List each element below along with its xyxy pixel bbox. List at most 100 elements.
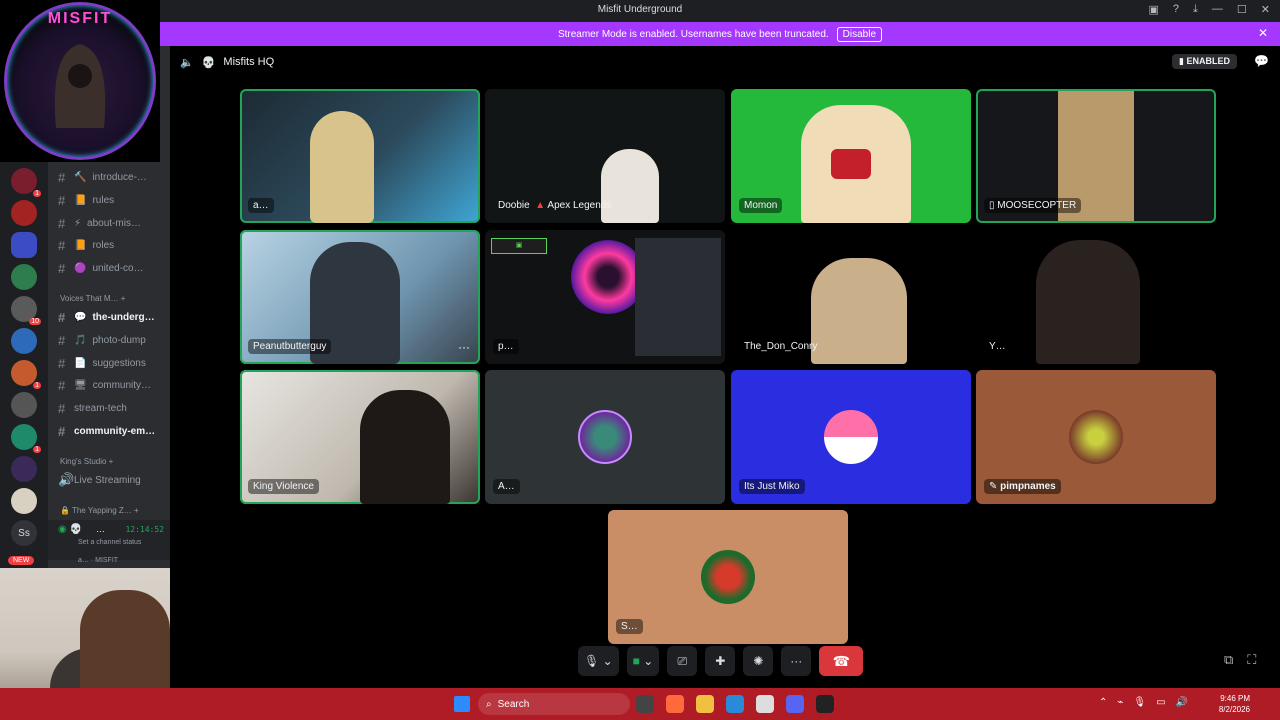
more-options-icon[interactable]: ···: [458, 340, 470, 354]
video-tile[interactable]: A…: [485, 370, 725, 504]
channel-item-active[interactable]: # 💬 the-underg…: [58, 307, 155, 327]
participant-name: The_Don_Conry: [744, 341, 818, 352]
chat-bubble-icon[interactable]: 💬: [1254, 54, 1269, 68]
server-icon[interactable]: 1: [11, 360, 41, 389]
task-view-icon[interactable]: [636, 695, 654, 713]
channel-item[interactable]: # 📙 roles: [58, 235, 114, 255]
participant-mask: [831, 149, 871, 179]
obs-icon[interactable]: [816, 695, 834, 713]
server-icon[interactable]: 10: [11, 296, 41, 325]
network-icon[interactable]: ⌁: [1117, 697, 1123, 708]
participant-name: p…: [493, 339, 519, 354]
enabled-badge[interactable]: ▮ ENABLED: [1172, 54, 1237, 69]
camera-button[interactable]: ■ ⌄: [626, 646, 660, 676]
server-icon[interactable]: 1: [11, 424, 41, 453]
channel-item[interactable]: # 🎵 photo-dump: [58, 330, 146, 350]
channel-item[interactable]: # 📙 rules: [58, 190, 114, 210]
video-tile[interactable]: Momon: [731, 89, 971, 223]
video-tile[interactable]: Its Just Miko: [731, 370, 971, 504]
user-panel[interactable]: ◉ 💀 … 12:14:52 Set a channel status: [48, 520, 170, 560]
server-initials[interactable]: Ss: [11, 520, 37, 546]
screen-share-button[interactable]: ⎚: [667, 646, 698, 676]
video-tile[interactable]: ▯ MOOSECOPTER: [976, 89, 1216, 223]
download-icon[interactable]: ⤓: [1193, 3, 1198, 16]
category-voices[interactable]: Voices That M… +: [60, 294, 125, 303]
wifi-icon[interactable]: ▭: [1156, 697, 1165, 708]
more-button[interactable]: ···: [781, 646, 812, 676]
chevron-down-icon: ⌄: [602, 654, 613, 668]
logo-text: MISFIT: [47, 10, 113, 27]
volume-icon[interactable]: 🔊: [1176, 697, 1188, 708]
disconnect-button[interactable]: ☎: [819, 646, 864, 676]
speaker-icon[interactable]: 🔈: [180, 56, 194, 69]
participant-name: Doobie ▲ Apex Legends: [498, 200, 612, 211]
channel-item[interactable]: # stream-tech: [58, 398, 127, 418]
video-tile[interactable]: a…: [240, 89, 480, 223]
help-icon[interactable]: ?: [1173, 3, 1179, 16]
new-badge: NEW: [8, 556, 35, 565]
server-icon[interactable]: 1: [11, 168, 41, 197]
channel-item[interactable]: # ⚡ about-mis…: [58, 213, 141, 233]
channel-emoji-icon: 📙: [74, 239, 87, 251]
disable-button[interactable]: Disable: [836, 26, 883, 42]
channel-item[interactable]: # 🟣 united-co…: [58, 258, 144, 278]
server-icon[interactable]: [11, 264, 37, 290]
server-icon[interactable]: [11, 328, 37, 354]
discord-icon[interactable]: [786, 695, 804, 713]
pop-out-icon[interactable]: ⧉: [1224, 652, 1233, 668]
hash-icon: #: [58, 309, 66, 325]
voice-channel-item[interactable]: 🔊 Live Streaming: [58, 470, 141, 490]
chevron-up-icon[interactable]: ⌃: [1099, 697, 1107, 708]
video-tile[interactable]: Y…: [976, 230, 1216, 364]
channel-emoji-icon: 🎵: [74, 334, 87, 346]
close-banner-icon[interactable]: ✕: [1258, 26, 1268, 40]
mic-tray-icon[interactable]: 🎙: [1133, 697, 1146, 708]
microphone-button[interactable]: 🎙 ⌄: [578, 646, 619, 676]
server-icon[interactable]: [11, 232, 37, 258]
windows-start-icon[interactable]: [454, 696, 470, 712]
channel-item[interactable]: # 🖥 community…: [58, 375, 151, 395]
fullscreen-icon[interactable]: ⛶: [1247, 652, 1256, 668]
channel-item[interactable]: # 🔨 introduce-…: [58, 167, 147, 187]
soundboard-button[interactable]: ✺: [743, 646, 774, 676]
video-tile[interactable]: The_Don_Conry: [731, 230, 971, 364]
participant-name: Y…: [989, 341, 1006, 352]
hash-icon: #: [58, 215, 66, 231]
edge-icon[interactable]: [726, 695, 744, 713]
video-tile[interactable]: Doobie ▲ Apex Legends: [485, 89, 725, 223]
channel-emoji-icon: 📄: [74, 357, 87, 369]
server-icon[interactable]: [11, 488, 37, 514]
activities-button[interactable]: ✚: [705, 646, 736, 676]
taskbar-search[interactable]: ⌕ Search: [478, 693, 630, 715]
stream-logo-badge: ▣: [491, 238, 547, 254]
store-icon[interactable]: [756, 695, 774, 713]
copilot-icon[interactable]: [666, 695, 684, 713]
channel-item[interactable]: # community-em…: [58, 421, 155, 441]
taskbar-clock[interactable]: 9:46 PM 8/2/2026: [1219, 693, 1250, 715]
inbox-icon[interactable]: ▣: [1149, 3, 1159, 16]
server-icon[interactable]: [11, 392, 37, 418]
hooded-figure-icon: [54, 44, 106, 128]
category-kings-studio[interactable]: King's Studio +: [60, 457, 113, 466]
server-icon[interactable]: [11, 456, 37, 482]
stream-panel: [635, 238, 721, 356]
channel-item[interactable]: # 📄 suggestions: [58, 353, 146, 373]
video-tile[interactable]: ✎ pimpnames: [976, 370, 1216, 504]
video-tile[interactable]: King Violence: [240, 370, 480, 504]
channel-emoji-icon: 🖥: [74, 379, 87, 391]
maximize-icon[interactable]: ☐: [1237, 3, 1247, 16]
channel-emoji-icon: 🔨: [74, 171, 87, 183]
hash-icon: #: [58, 377, 66, 393]
file-explorer-icon[interactable]: [696, 695, 714, 713]
search-icon: ⌕: [486, 698, 492, 710]
video-tile[interactable]: Peanutbutterguy ···: [240, 230, 480, 364]
minimize-icon[interactable]: —: [1212, 3, 1223, 16]
video-tile[interactable]: S…: [608, 510, 848, 644]
category-yapping[interactable]: 🔒 The Yapping Z… +: [60, 506, 139, 515]
server-icon[interactable]: [11, 200, 37, 226]
channel-status[interactable]: Set a channel status: [78, 539, 141, 546]
participant-name: A…: [493, 479, 520, 494]
participant-name: a…: [248, 198, 274, 213]
video-tile[interactable]: ▣ p…: [485, 230, 725, 364]
close-window-icon[interactable]: ✕: [1261, 3, 1270, 16]
